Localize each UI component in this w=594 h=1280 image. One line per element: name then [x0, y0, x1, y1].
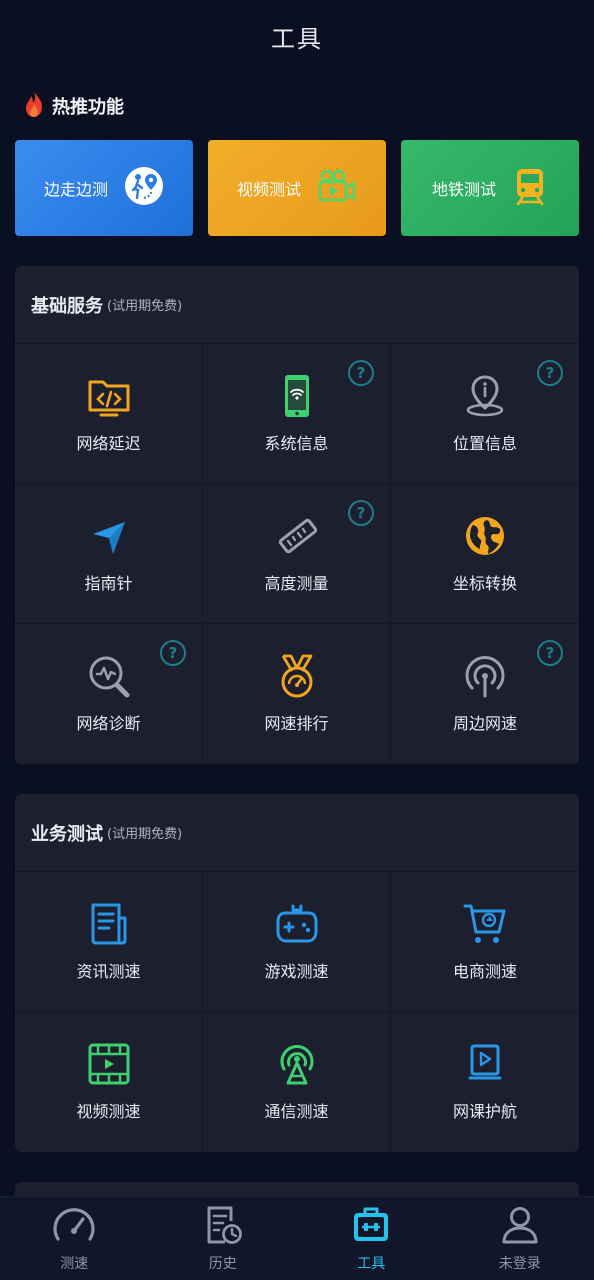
tool-label: 周边网速	[452, 714, 517, 733]
hot-card-subway-test[interactable]: 地铁测试	[401, 140, 579, 236]
tool-nearby-speed[interactable]: ? 周边网速	[391, 624, 579, 764]
tool-label: 网速排行	[264, 714, 329, 733]
section-title: 业务测试	[31, 823, 103, 845]
test-label: 电商测速	[452, 961, 517, 981]
hot-section-label: 热推功能	[52, 97, 124, 118]
help-icon[interactable]: ?	[160, 640, 186, 666]
compass-arrow-icon	[87, 514, 131, 558]
tool-label: 网络延迟	[76, 433, 141, 453]
tab-label: 历史	[208, 1255, 237, 1272]
gamepad-icon	[275, 902, 319, 946]
tool-label: 系统信息	[264, 433, 329, 453]
tab-history[interactable]: 历史	[149, 1197, 298, 1280]
tool-network-latency[interactable]: 网络延迟	[15, 344, 203, 484]
test-game-speed[interactable]: 游戏测速	[203, 872, 391, 1012]
online-class-icon	[463, 1042, 507, 1086]
tab-profile[interactable]: 未登录	[446, 1197, 594, 1280]
test-communication-speed[interactable]: 通信测速	[203, 1012, 391, 1152]
tab-tools[interactable]: 工具	[297, 1197, 446, 1280]
tool-network-diagnosis[interactable]: ? 网络诊断	[15, 624, 203, 764]
test-label: 网课护航	[452, 1102, 517, 1121]
business-tests-grid: 资讯测速 游戏测速 电商测速 视频测速 通信测速 网课护航	[15, 872, 579, 1152]
tool-altitude-measure[interactable]: ? 高度测量	[203, 484, 391, 624]
medal-speed-icon	[275, 654, 319, 698]
header: 工具	[0, 0, 594, 72]
hot-card-label: 视频测试	[236, 180, 301, 199]
user-icon	[500, 1205, 540, 1249]
history-document-icon	[203, 1205, 243, 1249]
tab-label: 测速	[60, 1255, 89, 1272]
hot-cards: 边走边测 视频测试 地铁测试	[0, 140, 594, 236]
tool-label: 网络诊断	[76, 714, 141, 733]
help-icon[interactable]: ?	[537, 640, 563, 666]
tab-speed-test[interactable]: 测速	[0, 1197, 149, 1280]
page-title: 工具	[271, 24, 323, 53]
section-subtitle: (试用期免费)	[107, 827, 183, 842]
basic-services-grid: 网络延迟 ? 系统信息 ? 位置信息 指南针 ? 高度测量 坐标转换 ? 网络诊…	[15, 344, 579, 764]
toolbox-icon	[351, 1205, 391, 1249]
help-icon[interactable]: ?	[348, 500, 374, 526]
help-icon[interactable]: ?	[537, 360, 563, 386]
magnifier-wave-icon	[87, 654, 131, 698]
tool-coordinate-convert[interactable]: 坐标转换	[391, 484, 579, 624]
basic-services-section: 基础服务 (试用期免费) 网络延迟 ? 系统信息 ? 位置信息 指南针 ? 高度…	[15, 266, 579, 764]
hot-section-header: 热推功能	[0, 72, 594, 140]
section-subtitle: (试用期免费)	[107, 299, 183, 314]
tool-system-info[interactable]: ? 系统信息	[203, 344, 391, 484]
test-online-class-escort[interactable]: 网课护航	[391, 1012, 579, 1152]
fire-icon	[22, 90, 46, 122]
test-news-speed[interactable]: 资讯测速	[15, 872, 203, 1012]
hot-card-label: 地铁测试	[431, 180, 496, 199]
hot-card-video-test[interactable]: 视频测试	[208, 140, 386, 236]
walk-location-icon	[124, 166, 164, 210]
signal-tower-icon	[463, 654, 507, 698]
subway-train-icon	[512, 166, 548, 210]
test-ecommerce-speed[interactable]: 电商测速	[391, 872, 579, 1012]
tool-label: 指南针	[84, 573, 133, 593]
hot-card-label: 边走边测	[43, 180, 108, 199]
antenna-broadcast-icon	[275, 1042, 319, 1086]
phone-wifi-icon	[275, 374, 319, 418]
folder-code-icon	[87, 374, 131, 418]
tool-speed-ranking[interactable]: 网速排行	[203, 624, 391, 764]
tool-label: 高度测量	[264, 573, 329, 593]
test-label: 视频测速	[76, 1102, 141, 1121]
section-title: 基础服务	[31, 295, 103, 317]
ruler-icon	[275, 514, 319, 558]
tool-label: 位置信息	[452, 433, 517, 453]
location-info-icon	[463, 374, 507, 418]
film-play-icon	[87, 1042, 131, 1086]
test-label: 资讯测速	[76, 961, 141, 981]
test-video-speed[interactable]: 视频测速	[15, 1012, 203, 1152]
help-icon[interactable]: ?	[348, 360, 374, 386]
section-header: 基础服务 (试用期免费)	[15, 266, 579, 344]
test-label: 通信测速	[264, 1102, 329, 1121]
tool-label: 坐标转换	[452, 573, 517, 593]
section-header: 业务测试 (试用期免费)	[15, 794, 579, 872]
business-tests-section: 业务测试 (试用期免费) 资讯测速 游戏测速 电商测速 视频测速 通信测速 网课…	[15, 794, 579, 1152]
test-label: 游戏测速	[264, 961, 329, 981]
news-document-icon	[87, 902, 131, 946]
shopping-cart-icon	[463, 902, 507, 946]
tool-compass[interactable]: 指南针	[15, 484, 203, 624]
tab-label: 工具	[357, 1255, 386, 1272]
video-camera-icon	[317, 168, 357, 208]
speedometer-icon	[52, 1205, 96, 1249]
bottom-tab-bar: 测速 历史 工具 未登录	[0, 1196, 594, 1280]
globe-icon	[463, 514, 507, 558]
tab-label: 未登录	[498, 1255, 541, 1272]
hot-card-walk-test[interactable]: 边走边测	[15, 140, 193, 236]
tool-location-info[interactable]: ? 位置信息	[391, 344, 579, 484]
